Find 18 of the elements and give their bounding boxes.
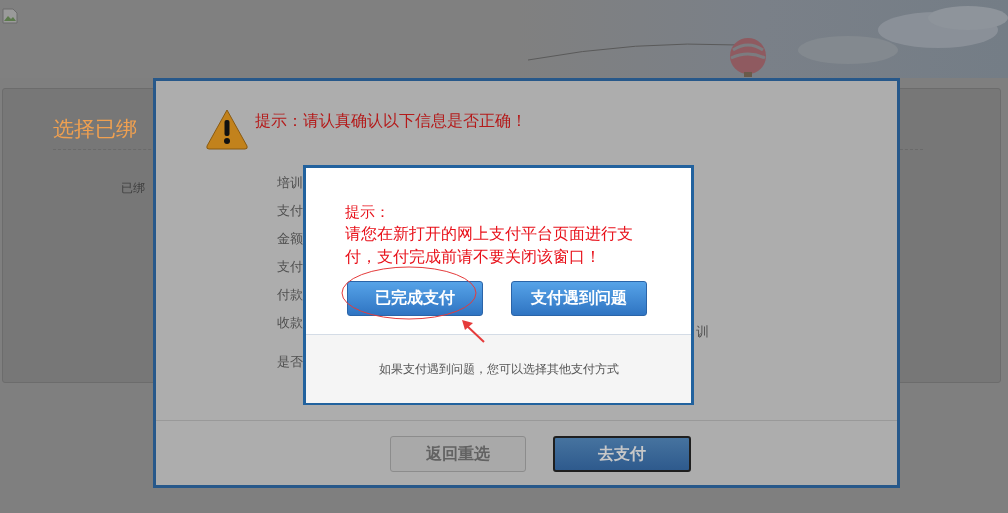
- footer-note: 如果支付遇到问题，您可以选择其他支付方式: [378, 360, 619, 378]
- field-label: 付款: [277, 286, 303, 303]
- field-value: 训: [696, 323, 709, 341]
- question-label: 是否: [277, 353, 303, 370]
- payment-problem-button[interactable]: 支付遇到问题: [511, 281, 647, 316]
- field-label: 支付: [277, 202, 303, 219]
- payment-done-button[interactable]: 已完成支付: [347, 281, 483, 316]
- back-button[interactable]: 返回重选: [390, 436, 526, 472]
- pointer-arrow: [460, 318, 486, 344]
- notice-message: 请您在新打开的网上支付平台页面进行支付，支付完成前请不要关闭该窗口！: [345, 224, 634, 268]
- broken-image-icon: [2, 8, 18, 24]
- field-label: 培训: [277, 174, 303, 191]
- pay-button[interactable]: 去支付: [553, 436, 691, 472]
- field-label: 金额: [277, 230, 303, 247]
- field-label: 收款: [277, 314, 303, 331]
- notice-title: 提示：: [345, 202, 391, 223]
- field-label: 支付: [277, 258, 303, 275]
- warning-icon: [205, 108, 249, 150]
